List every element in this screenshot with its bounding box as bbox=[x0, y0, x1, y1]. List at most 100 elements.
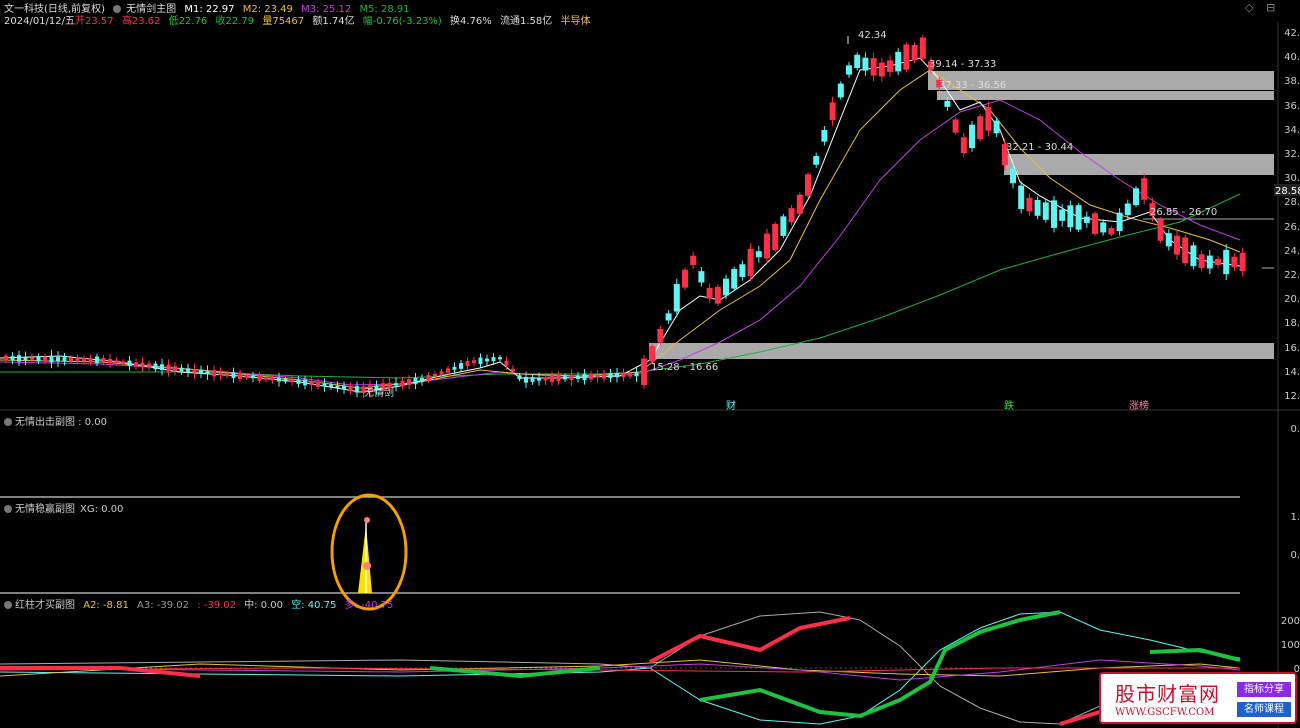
candle-body bbox=[862, 57, 869, 71]
candle-body bbox=[977, 116, 984, 140]
signal-segment bbox=[699, 610, 1061, 719]
candle-body bbox=[485, 358, 489, 362]
candle-body bbox=[205, 371, 210, 374]
candle-body bbox=[846, 65, 852, 75]
candle-body bbox=[49, 355, 54, 363]
panel1-settings-icon[interactable] bbox=[4, 418, 12, 426]
candle-body bbox=[1018, 185, 1025, 210]
candle-body bbox=[504, 360, 509, 366]
candle-body bbox=[1124, 203, 1131, 216]
candle-body bbox=[530, 377, 535, 382]
panel3-kong: 空: 40.75 bbox=[291, 600, 337, 611]
price-tick: 28. bbox=[1284, 197, 1300, 209]
panel3-header: 红柱才买副图 A2: -8.81 A3: -39.02 : -39.02 中: … bbox=[4, 596, 393, 611]
candle-body bbox=[1034, 199, 1041, 216]
candle-body bbox=[755, 251, 762, 258]
candle-body bbox=[764, 233, 770, 259]
candle-body bbox=[75, 357, 80, 362]
candle-body bbox=[472, 360, 476, 364]
signal-zhangbang: 涨榜 bbox=[1129, 399, 1149, 412]
candle-body bbox=[1141, 178, 1148, 200]
candle-body bbox=[296, 379, 301, 384]
candle-body bbox=[355, 386, 359, 393]
panel2-title[interactable]: 无情稳赢副图 bbox=[15, 504, 75, 515]
candle-body bbox=[1190, 245, 1197, 267]
label-zone-3: 32.21 - 30.44 bbox=[1006, 142, 1073, 153]
candle-body bbox=[788, 208, 795, 223]
candle-body bbox=[1215, 258, 1221, 266]
panel1-header: 无情出击副图 : 0.00 bbox=[4, 413, 107, 428]
candle-body bbox=[140, 362, 145, 367]
candle-body bbox=[969, 124, 975, 149]
candle-body bbox=[160, 364, 164, 371]
candle-body bbox=[1198, 254, 1205, 268]
panel3-title[interactable]: 红柱才买副图 bbox=[15, 600, 75, 611]
candle-body bbox=[887, 60, 893, 72]
candle-body bbox=[1067, 205, 1074, 228]
candle-body bbox=[813, 156, 820, 165]
candle-body bbox=[944, 100, 951, 107]
panel1-title[interactable]: 无情出击副图 : 0.00 bbox=[15, 417, 107, 428]
candle-body bbox=[1042, 202, 1049, 220]
label-zone-4: 26.85 - 26.70 bbox=[1150, 207, 1217, 218]
candle-body bbox=[212, 370, 216, 377]
candle-body bbox=[238, 372, 242, 379]
candle-body bbox=[348, 386, 353, 391]
candle-body bbox=[1174, 235, 1180, 255]
candle-body bbox=[608, 373, 613, 378]
candle-body bbox=[517, 375, 522, 380]
candle-body bbox=[4, 355, 8, 361]
candle-body bbox=[303, 379, 307, 386]
candle-body bbox=[218, 372, 223, 376]
candle-body bbox=[634, 372, 639, 377]
watermark-tag2: 名师课程 bbox=[1237, 702, 1291, 717]
candle-body bbox=[621, 372, 626, 378]
candle-body bbox=[628, 372, 632, 377]
candle-body bbox=[290, 379, 294, 383]
candle-body bbox=[1083, 216, 1090, 223]
candle-body bbox=[673, 284, 680, 312]
panel2-settings-icon[interactable] bbox=[4, 505, 12, 513]
price-tick: 12. bbox=[1284, 391, 1300, 402]
candle-body bbox=[465, 361, 470, 367]
candle-body bbox=[511, 368, 515, 372]
candle-body bbox=[1059, 209, 1066, 221]
signal-cai: 财 bbox=[726, 399, 736, 412]
label-zone-2: 37.33 - 36.56 bbox=[939, 80, 1006, 91]
candle-body bbox=[413, 377, 418, 385]
candle-body bbox=[56, 357, 60, 362]
candle-body bbox=[1231, 256, 1238, 268]
price-tick: 34. bbox=[1284, 124, 1300, 136]
candle-body bbox=[101, 358, 106, 363]
candle-body bbox=[244, 375, 249, 378]
candle-body bbox=[114, 360, 119, 364]
candle-body bbox=[283, 378, 288, 382]
candle-body bbox=[173, 366, 177, 372]
candle-body bbox=[649, 345, 656, 362]
candle-body bbox=[452, 366, 457, 370]
candle-body bbox=[69, 357, 73, 362]
candle-body bbox=[1223, 249, 1230, 275]
candle-body bbox=[179, 367, 184, 372]
candle-body bbox=[82, 357, 86, 362]
panel2-axis-bottom: 0. bbox=[1290, 550, 1300, 561]
candle-body bbox=[821, 129, 828, 142]
candle-body bbox=[1206, 255, 1213, 269]
candle-body bbox=[1165, 233, 1172, 247]
price-tick: 32. bbox=[1284, 149, 1300, 160]
candle-body bbox=[582, 373, 587, 381]
panel3-settings-icon[interactable] bbox=[4, 601, 12, 609]
candle-body bbox=[1157, 219, 1164, 241]
candle-body bbox=[1116, 212, 1123, 232]
label-high: 42.34 bbox=[858, 30, 887, 41]
candle-body bbox=[919, 37, 926, 59]
candle-body bbox=[985, 107, 992, 131]
candle-body bbox=[134, 362, 138, 366]
price-tick: 26. bbox=[1284, 221, 1300, 233]
candle-body bbox=[739, 264, 746, 277]
candle-body bbox=[706, 287, 713, 299]
candle-body bbox=[993, 120, 1000, 134]
candle-body bbox=[95, 356, 99, 364]
candle-body bbox=[878, 62, 885, 77]
candle-body bbox=[264, 377, 268, 380]
